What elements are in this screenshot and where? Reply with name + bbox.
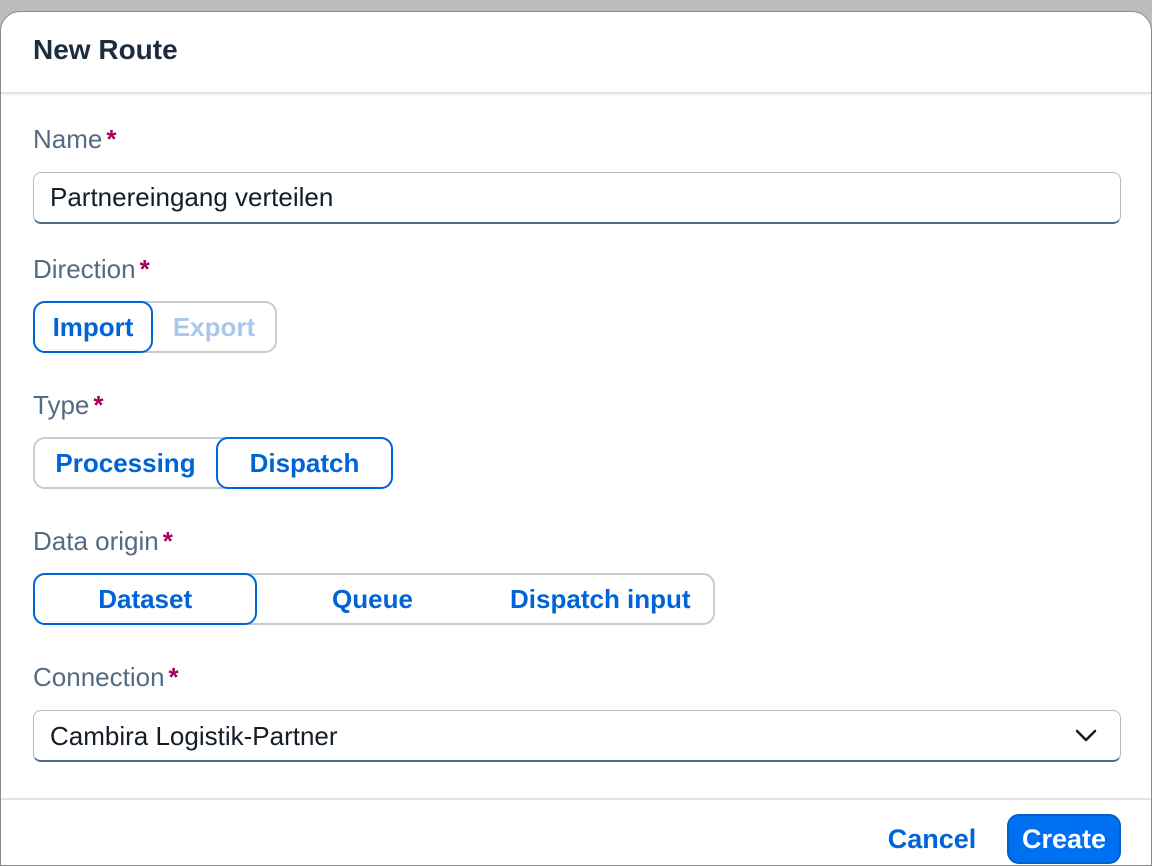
connection-select-value: Cambira Logistik-Partner [50,721,338,751]
data-origin-label-text: Data origin [33,526,159,556]
direction-import-button[interactable]: Import [33,301,154,353]
connection-select[interactable]: Cambira Logistik-Partner [33,710,1121,762]
required-marker: * [106,124,117,154]
required-marker: * [139,254,150,284]
dialog-footer: Cancel Create [1,798,1151,865]
data-origin-dispatch-input-button[interactable]: Dispatch input [488,573,713,625]
data-origin-label: Data origin * [33,526,173,557]
type-processing-button[interactable]: Processing [35,437,216,489]
connection-label: Connection * [33,662,179,693]
data-origin-segmented-button: Dataset Queue Dispatch input [33,573,715,625]
type-label: Type * [33,390,104,421]
dialog-header: New Route [1,12,1151,94]
create-button[interactable]: Create [1007,814,1121,864]
required-marker: * [168,662,179,692]
required-marker: * [162,526,173,556]
data-origin-queue-button[interactable]: Queue [257,573,487,625]
direction-export-button: Export [172,311,256,342]
required-marker: * [93,390,104,420]
type-segmented-button: Processing Dispatch [33,437,393,489]
name-label: Name * [33,124,116,155]
chevron-down-icon[interactable] [1074,723,1098,747]
direction-label-text: Direction [33,254,136,284]
cancel-button[interactable]: Cancel [873,814,991,864]
new-route-dialog: New Route Name* Direction* Import Export… [0,11,1152,866]
direction-label: Direction * [33,254,150,285]
name-label-text: Name [33,124,103,154]
type-label-text: Type [33,390,90,420]
connection-label-text: Connection [33,662,165,692]
data-origin-dataset-button[interactable]: Dataset [33,573,258,625]
type-dispatch-button[interactable]: Dispatch [215,437,393,489]
direction-segmented-button: Import Export [33,301,277,353]
name-input[interactable] [33,172,1121,224]
dialog-title: New Route [33,34,178,65]
